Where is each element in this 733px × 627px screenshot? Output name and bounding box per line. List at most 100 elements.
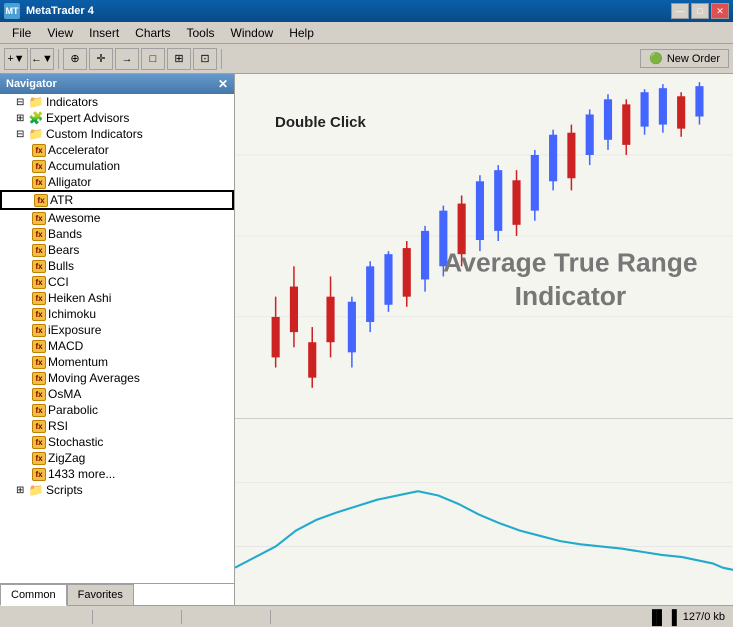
accumulation-icon: fx <box>32 160 46 173</box>
toolbar-btn-7[interactable]: ⊞ <box>167 48 191 70</box>
ci-label: Custom Indicators <box>46 127 143 141</box>
title-bar-controls: — □ ✕ <box>671 3 729 19</box>
toolbar-btn-4[interactable]: ✛ <box>89 48 113 70</box>
toolbar-btn-5[interactable]: → <box>115 48 139 70</box>
tab-common[interactable]: Common <box>0 584 67 606</box>
tree-item-zigzag[interactable]: fx ZigZag <box>0 450 234 466</box>
tree-item-accelerator[interactable]: fx Accelerator <box>0 142 234 158</box>
menu-view[interactable]: View <box>39 24 81 42</box>
chart-bars-icon: ▐▌▐ <box>647 609 677 625</box>
tree-item-iexposure[interactable]: fx iExposure <box>0 322 234 338</box>
indicators-toggle[interactable]: ⊟ <box>16 97 28 108</box>
tree-item-more[interactable]: fx 1433 more... <box>0 466 234 482</box>
status-left <box>8 610 355 624</box>
accumulation-label: Accumulation <box>48 159 120 173</box>
tree-item-bulls[interactable]: fx Bulls <box>0 258 234 274</box>
tree-custom-indicators[interactable]: ⊟ 📁 Custom Indicators <box>0 126 234 142</box>
app-icon: MT <box>4 3 20 19</box>
scripts-toggle[interactable]: ⊞ <box>16 485 28 496</box>
menu-help[interactable]: Help <box>281 24 322 42</box>
menu-window[interactable]: Window <box>223 24 282 42</box>
ci-folder-icon: 📁 <box>28 127 44 141</box>
heiken-ashi-label: Heiken Ashi <box>48 291 111 305</box>
tree-item-stochastic[interactable]: fx Stochastic <box>0 434 234 450</box>
menu-charts[interactable]: Charts <box>127 24 178 42</box>
navigator-title: Navigator <box>6 78 57 90</box>
parabolic-label: Parabolic <box>48 403 98 417</box>
scripts-label: Scripts <box>46 483 83 497</box>
status-panel-3 <box>186 610 266 624</box>
atr-indicator-chart <box>235 419 733 605</box>
ea-label: Expert Advisors <box>46 111 129 125</box>
navigator-tabs: Common Favorites <box>0 583 234 605</box>
status-sep-1 <box>92 610 93 624</box>
rsi-label: RSI <box>48 419 68 433</box>
ea-toggle[interactable]: ⊞ <box>16 113 28 124</box>
memory-display: 127/0 kb <box>683 611 725 623</box>
maximize-button[interactable]: □ <box>691 3 709 19</box>
tree-item-accumulation[interactable]: fx Accumulation <box>0 158 234 174</box>
ichimoku-icon: fx <box>32 308 46 321</box>
toolbar: +▼ ←▼ ⊕ ✛ → □ ⊞ ⊡ 🟢 New Order <box>0 44 733 74</box>
atr-label: ATR <box>50 193 73 207</box>
tree-item-ichimoku[interactable]: fx Ichimoku <box>0 306 234 322</box>
tree-item-cci[interactable]: fx CCI <box>0 274 234 290</box>
chart-area[interactable]: Double Click <box>235 74 733 605</box>
tree-item-bands[interactable]: fx Bands <box>0 226 234 242</box>
svg-text:Indicator: Indicator <box>515 281 627 311</box>
awesome-icon: fx <box>32 212 46 225</box>
zigzag-label: ZigZag <box>48 451 85 465</box>
status-right: ▐▌▐ 127/0 kb <box>647 609 725 625</box>
cci-icon: fx <box>32 276 46 289</box>
toolbar-btn-3[interactable]: ⊕ <box>63 48 87 70</box>
minimize-button[interactable]: — <box>671 3 689 19</box>
toolbar-btn-2[interactable]: ←▼ <box>30 48 54 70</box>
tree-scripts[interactable]: ⊞ 📁 Scripts <box>0 482 234 498</box>
title-bar-left: MT MetaTrader 4 <box>4 3 94 19</box>
candlestick-chart: Average True Range Indicator <box>235 74 733 418</box>
status-sep-2 <box>181 610 182 624</box>
tab-favorites[interactable]: Favorites <box>67 584 134 605</box>
rsi-icon: fx <box>32 420 46 433</box>
tree-item-momentum[interactable]: fx Momentum <box>0 354 234 370</box>
tree-item-moving-averages[interactable]: fx Moving Averages <box>0 370 234 386</box>
status-panel-2 <box>97 610 177 624</box>
iexposure-icon: fx <box>32 324 46 337</box>
status-panel-4 <box>275 610 355 624</box>
tree-indicators[interactable]: ⊟ 📁 Indicators <box>0 94 234 110</box>
toolbar-btn-1[interactable]: +▼ <box>4 48 28 70</box>
tree-item-parabolic[interactable]: fx Parabolic <box>0 402 234 418</box>
tree-item-alligator[interactable]: fx Alligator <box>0 174 234 190</box>
new-order-button[interactable]: 🟢 New Order <box>640 49 729 68</box>
heiken-ashi-icon: fx <box>32 292 46 305</box>
toolbar-btn-6[interactable]: □ <box>141 48 165 70</box>
menu-tools[interactable]: Tools <box>179 24 223 42</box>
indicators-label: Indicators <box>46 95 98 109</box>
scripts-folder-icon: 📁 <box>28 483 44 497</box>
tree-item-bears[interactable]: fx Bears <box>0 242 234 258</box>
tree-item-rsi[interactable]: fx RSI <box>0 418 234 434</box>
tree-item-atr[interactable]: fx ATR <box>0 190 234 210</box>
tree-item-osma[interactable]: fx OsMA <box>0 386 234 402</box>
osma-label: OsMA <box>48 387 81 401</box>
navigator-close-button[interactable]: ✕ <box>218 77 228 91</box>
chart-container: Double Click <box>235 74 733 605</box>
tree-item-macd[interactable]: fx MACD <box>0 338 234 354</box>
title-bar: MT MetaTrader 4 — □ ✕ <box>0 0 733 22</box>
toolbar-btn-8[interactable]: ⊡ <box>193 48 217 70</box>
menu-insert[interactable]: Insert <box>81 24 127 42</box>
tree-item-heiken-ashi[interactable]: fx Heiken Ashi <box>0 290 234 306</box>
tree-item-awesome[interactable]: fx Awesome <box>0 210 234 226</box>
close-button[interactable]: ✕ <box>711 3 729 19</box>
moving-averages-label: Moving Averages <box>48 371 140 385</box>
atr-icon: fx <box>34 194 48 207</box>
status-bar: ▐▌▐ 127/0 kb <box>0 605 733 627</box>
svg-text:Average True Range: Average True Range <box>443 247 697 277</box>
ci-toggle[interactable]: ⊟ <box>16 129 28 140</box>
momentum-label: Momentum <box>48 355 108 369</box>
menu-file[interactable]: File <box>4 24 39 42</box>
main-content: Navigator ✕ ⊟ 📁 Indicators ⊞ 🧩 Expert Ad… <box>0 74 733 605</box>
indicators-folder-icon: 📁 <box>28 95 44 109</box>
tree-expert-advisors[interactable]: ⊞ 🧩 Expert Advisors <box>0 110 234 126</box>
alligator-label: Alligator <box>48 175 91 189</box>
